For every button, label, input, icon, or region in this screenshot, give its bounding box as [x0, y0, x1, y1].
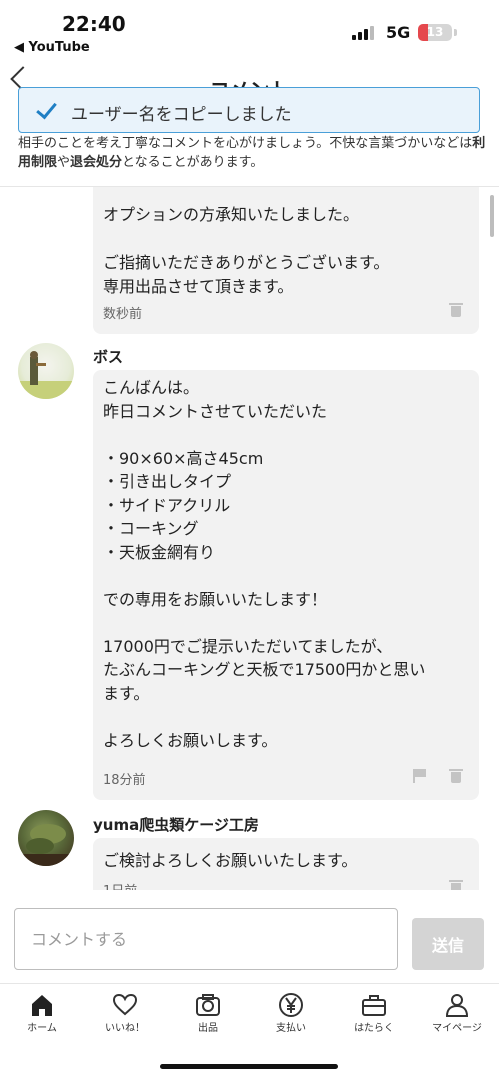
comment-text: オプションの方承知いたしました。 ご指摘いただきありがとうございます。 専用出品… [103, 205, 390, 296]
comment-time: 数秒前 [103, 307, 143, 322]
network-type: 5G [386, 23, 411, 42]
comment-bubble: こんばんは。 昨日コメントさせていただいた ・90×60×高さ45cm ・引き出… [93, 370, 479, 800]
send-button[interactable]: 送信 [412, 918, 484, 970]
heart-icon [112, 993, 138, 1016]
status-time: 22:40 [62, 12, 126, 36]
comment-notice: 相手のことを考え丁寧なコメントを心がけましょう。不快な言葉づかいなどは利用制限や… [18, 134, 488, 172]
comment-bubble: ご検討よろしくお願いいたします。 1日前 [93, 838, 479, 890]
signal-icon [352, 26, 376, 40]
nav-likes[interactable]: いいね！ [83, 988, 167, 1038]
nav-label: ホーム [27, 1023, 57, 1034]
nav-home[interactable]: ホーム [0, 988, 84, 1038]
comment-bubble: オプションの方承知いたしました。 ご指摘いただきありがとうございます。 専用出品… [93, 187, 479, 334]
commenter-name[interactable]: ボス [93, 346, 123, 367]
scrollbar[interactable] [490, 195, 494, 237]
trash-icon[interactable] [449, 880, 463, 890]
home-icon [32, 995, 52, 1016]
back-to-app-link[interactable]: ◀ YouTube [14, 40, 90, 55]
notice-text-1: 相手のことを考え丁寧なコメントを心がけましょう。不快な言葉づかいなどは [18, 136, 473, 151]
nav-label: 出品 [198, 1023, 218, 1034]
status-bar: 22:40 ◀ YouTube 5G 13 [0, 0, 499, 60]
comment-input[interactable] [14, 908, 398, 970]
comment-list[interactable]: オプションの方承知いたしました。 ご指摘いただきありがとうございます。 専用出品… [0, 187, 499, 890]
flag-icon[interactable] [413, 769, 426, 783]
trash-icon[interactable] [449, 769, 463, 783]
comment-text: こんばんは。 昨日コメントさせていただいた ・90×60×高さ45cm ・引き出… [103, 378, 426, 750]
nav-payment[interactable]: 支払い [249, 988, 333, 1038]
battery-tip [454, 29, 457, 36]
notice-bold-2: 退会処分 [70, 155, 123, 170]
battery-level: 13 [426, 25, 444, 39]
copy-toast: ユーザー名をコピーしました [18, 87, 480, 133]
trash-icon[interactable] [449, 303, 463, 317]
avatar[interactable] [18, 343, 74, 399]
nav-label: いいね！ [105, 1023, 145, 1034]
yen-icon [279, 993, 303, 1017]
briefcase-icon [362, 995, 386, 1016]
comment-time: 18分前 [103, 773, 146, 788]
nav-label: 支払い [276, 1023, 306, 1034]
commenter-name[interactable]: yuma爬虫類ケージ工房 [93, 814, 259, 835]
check-icon [36, 97, 57, 120]
comment-time: 1日前 [103, 880, 137, 890]
battery-icon: 13 [418, 24, 452, 41]
nav-work[interactable]: はたらく [332, 988, 416, 1038]
nav-label: はたらく [354, 1023, 394, 1034]
nav-sell[interactable]: 出品 [166, 988, 250, 1038]
nav-label: マイページ [432, 1023, 482, 1034]
nav-mypage[interactable]: マイページ [415, 988, 499, 1038]
camera-icon [196, 994, 220, 1016]
notice-text-2: や [57, 155, 71, 170]
avatar[interactable] [18, 810, 74, 866]
notice-text-3: となることがあります。 [122, 155, 264, 170]
home-indicator [160, 1064, 338, 1069]
toast-message: ユーザー名をコピーしました [71, 105, 292, 125]
comment-text: ご検討よろしくお願いいたします。 [103, 851, 358, 870]
person-icon [445, 994, 469, 1017]
